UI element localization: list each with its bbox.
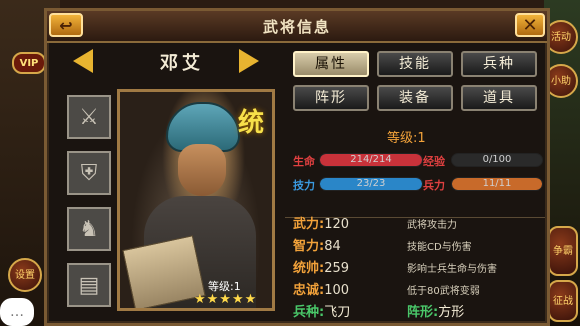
tab-attributes[interactable]: 属性 bbox=[293, 51, 369, 77]
armor-icon: ⛨ bbox=[80, 160, 98, 186]
attr-loyalty: 忠诚:100 bbox=[293, 279, 349, 298]
polearm-icon: ⚔ bbox=[79, 104, 99, 130]
hp-label: 生命 bbox=[293, 155, 315, 168]
attr-force-value: 120 bbox=[324, 217, 350, 232]
panel-title: 武将信息 bbox=[262, 18, 331, 36]
troop-type: 兵种:飞刀 bbox=[293, 301, 350, 320]
horse-icon: ♞ bbox=[79, 216, 99, 242]
close-icon: ✕ bbox=[522, 15, 538, 36]
formation-value: 方形 bbox=[438, 305, 465, 320]
troops-text: 11/11 bbox=[482, 178, 512, 189]
attr-loyalty-desc: 低于80武将变弱 bbox=[407, 286, 480, 297]
attr-intellect: 智力:84 bbox=[293, 235, 341, 254]
tab-equipment[interactable]: 装备 bbox=[377, 85, 453, 111]
hp-bar: 214/214 bbox=[319, 153, 423, 167]
skill-label: 技力 bbox=[293, 179, 315, 192]
armor-slot[interactable]: ⛨ bbox=[67, 151, 111, 195]
troops-bar: 11/11 bbox=[451, 177, 543, 191]
tab-items[interactable]: 道具 bbox=[461, 85, 537, 111]
troop-type-label: 兵种: bbox=[293, 305, 325, 320]
exp-bar: 0/100 bbox=[451, 153, 543, 167]
attr-command-value: 259 bbox=[324, 261, 350, 276]
weapon-slot[interactable]: ⚔ bbox=[67, 95, 111, 139]
exp-label: 经验 bbox=[423, 155, 445, 168]
tab-skills[interactable]: 技能 bbox=[377, 51, 453, 77]
hp-text: 214/214 bbox=[350, 154, 392, 165]
portrait-face bbox=[178, 144, 226, 196]
star-rating: ★★★★★ bbox=[194, 292, 258, 307]
attr-intellect-name: 智力: bbox=[293, 239, 325, 254]
troops-label: 兵力 bbox=[423, 179, 445, 192]
level-display: 等级:1 bbox=[387, 127, 426, 146]
general-info-panel: ↩ 武将信息 ✕ 邓艾 ⚔ ⛨ ♞ ▤ 统 等级:1 ★★★★★ 属性 技能 兵… bbox=[44, 8, 550, 326]
vip-button[interactable]: VIP bbox=[12, 52, 46, 74]
settings-button[interactable]: 设置 bbox=[8, 258, 42, 292]
title-bar: ↩ 武将信息 ✕ bbox=[47, 11, 547, 43]
skill-bar: 23/23 bbox=[319, 177, 423, 191]
formation: 阵形:方形 bbox=[407, 301, 464, 320]
hero-name: 邓艾 bbox=[160, 53, 204, 74]
troop-type-value: 飞刀 bbox=[324, 305, 351, 320]
next-hero-arrow-icon[interactable] bbox=[239, 49, 259, 73]
chat-button[interactable]: … bbox=[0, 298, 34, 326]
attr-force-name: 武力: bbox=[293, 217, 325, 232]
formation-label: 阵形: bbox=[407, 305, 439, 320]
skill-text: 23/23 bbox=[356, 178, 386, 189]
attr-loyalty-name: 忠诚: bbox=[293, 283, 325, 298]
mount-slot[interactable]: ♞ bbox=[67, 207, 111, 251]
attr-force: 武力:120 bbox=[293, 213, 349, 232]
attr-intellect-desc: 技能CD与伤害 bbox=[407, 242, 472, 253]
hero-portrait: 统 等级:1 ★★★★★ bbox=[117, 89, 275, 311]
attr-command-name: 统帅: bbox=[293, 261, 325, 276]
tab-formation[interactable]: 阵形 bbox=[293, 85, 369, 111]
contest-button[interactable]: 争霸 bbox=[548, 226, 578, 276]
prev-hero-arrow-icon[interactable] bbox=[73, 49, 93, 73]
campaign-button[interactable]: 征战 bbox=[548, 280, 578, 322]
attr-loyalty-value: 100 bbox=[324, 283, 350, 298]
attr-command-desc: 影响士兵生命与伤害 bbox=[407, 264, 497, 275]
tab-troop-type[interactable]: 兵种 bbox=[461, 51, 537, 77]
exp-text: 0/100 bbox=[482, 154, 512, 165]
level-value: 1 bbox=[417, 131, 426, 146]
book-icon: ▤ bbox=[78, 272, 100, 298]
command-badge: 统 bbox=[238, 108, 265, 138]
attr-intellect-value: 84 bbox=[324, 239, 341, 254]
close-button[interactable]: ✕ bbox=[515, 13, 545, 37]
attr-force-desc: 武将攻击力 bbox=[407, 220, 457, 231]
attr-command: 统帅:259 bbox=[293, 257, 349, 276]
book-slot[interactable]: ▤ bbox=[67, 263, 111, 307]
level-label: 等级: bbox=[387, 131, 418, 146]
